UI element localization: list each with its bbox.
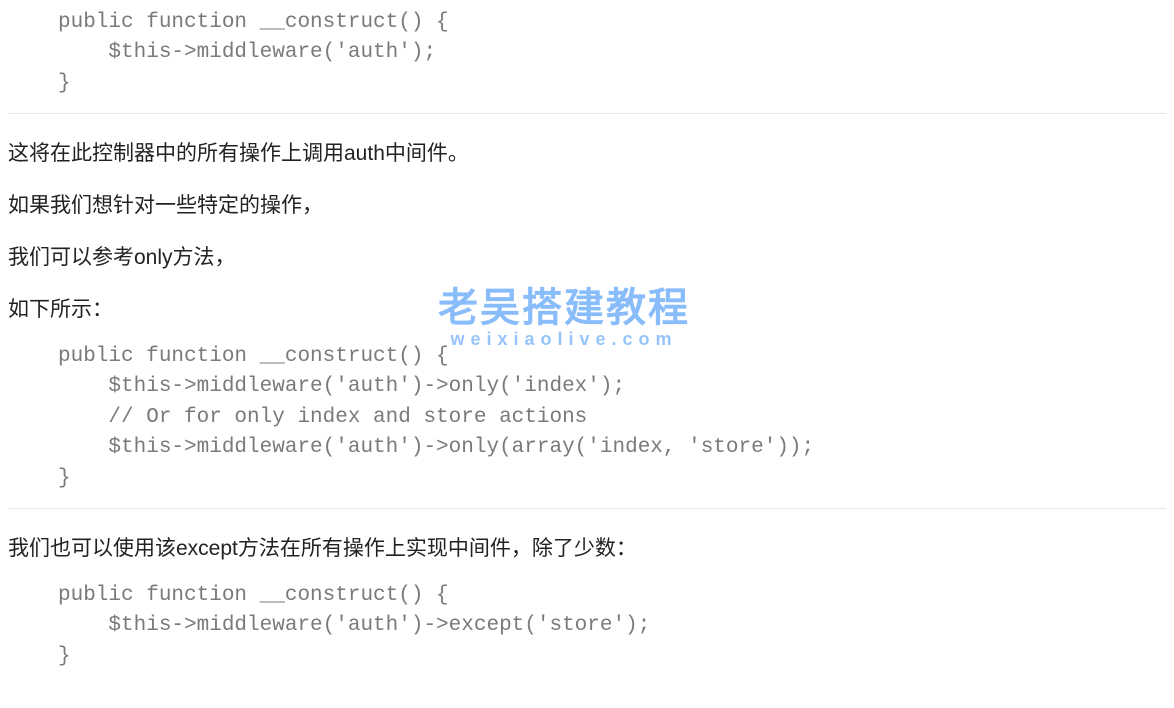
code-block-3: public function __construct() { $this->m… <box>8 581 1166 686</box>
paragraph-2: 如果我们想针对一些特定的操作， <box>8 186 1166 226</box>
code-block-2: public function __construct() { $this->m… <box>8 342 1166 509</box>
paragraph-4: 如下所示： <box>8 290 1166 330</box>
code-line: // Or for only index and store actions <box>58 403 1166 433</box>
code-line: $this->middleware('auth')->except('store… <box>58 611 1166 641</box>
code-block-1: public function __construct() { $this->m… <box>8 8 1166 114</box>
code-line: $this->middleware('auth')->only('index')… <box>58 372 1166 402</box>
paragraph-3: 我们可以参考only方法， <box>8 238 1166 278</box>
paragraph-1: 这将在此控制器中的所有操作上调用auth中间件。 <box>8 134 1166 174</box>
code-line: } <box>58 464 1166 494</box>
paragraph-5: 我们也可以使用该except方法在所有操作上实现中间件，除了少数： <box>8 529 1166 569</box>
code-line: $this->middleware('auth'); <box>58 38 1166 68</box>
code-line: } <box>58 69 1166 99</box>
code-line: public function __construct() { <box>58 8 1166 38</box>
code-line: $this->middleware('auth')->only(array('i… <box>58 433 1166 463</box>
document-page: public function __construct() { $this->m… <box>0 0 1174 708</box>
code-line: } <box>58 642 1166 672</box>
code-line: public function __construct() { <box>58 581 1166 611</box>
code-line: public function __construct() { <box>58 342 1166 372</box>
